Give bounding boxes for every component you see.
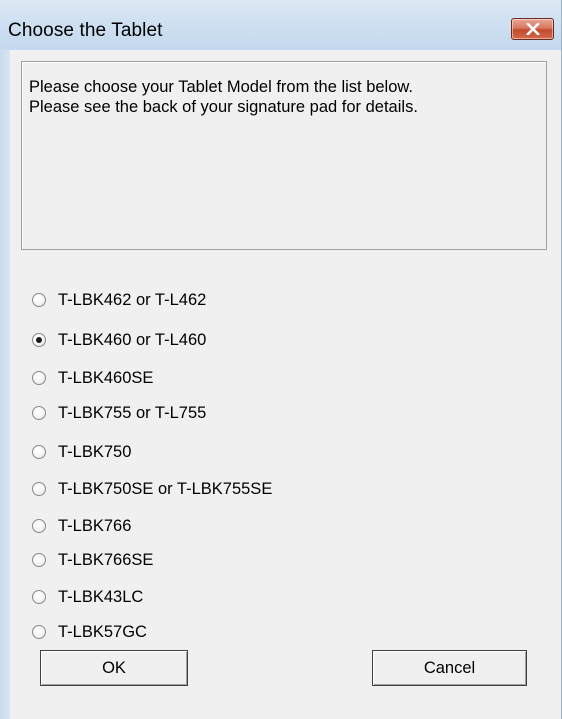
radio-option-t-lbk766[interactable]: T-LBK766 <box>32 514 131 538</box>
radio-label: T-LBK755 or T-L755 <box>58 403 207 422</box>
radio-label: T-LBK750SE or T-LBK755SE <box>58 479 273 498</box>
radio-label: T-LBK460SE <box>58 368 154 387</box>
radio-label: T-LBK750 <box>58 442 132 461</box>
radio-option-t-lbk462[interactable]: T-LBK462 or T-L462 <box>32 288 206 312</box>
ok-button[interactable]: OK <box>40 650 188 686</box>
radio-option-t-lbk766se[interactable]: T-LBK766SE <box>32 548 153 572</box>
radio-label: T-LBK57GC <box>58 622 147 641</box>
radio-button[interactable] <box>32 406 46 420</box>
radio-button-selected[interactable] <box>32 333 46 347</box>
radio-option-t-lbk750[interactable]: T-LBK750 <box>32 440 131 464</box>
instruction-line-2: Please see the back of your signature pa… <box>29 98 418 116</box>
radio-button[interactable] <box>32 553 46 567</box>
radio-label: T-LBK43LC <box>58 587 144 606</box>
window-title: Choose the Tablet <box>8 20 163 41</box>
dialog-window: Choose the Tablet Please choose your Tab… <box>0 0 562 719</box>
radio-button[interactable] <box>32 519 46 533</box>
instruction-line-1: Please choose your Tablet Model from the… <box>29 78 413 96</box>
radio-label: T-LBK766SE <box>58 550 154 569</box>
radio-option-t-lbk460se[interactable]: T-LBK460SE <box>32 366 153 390</box>
radio-option-t-lbk755[interactable]: T-LBK755 or T-L755 <box>32 401 206 425</box>
close-icon <box>525 23 540 35</box>
radio-option-t-lbk460[interactable]: T-LBK460 or T-L460 <box>32 328 206 352</box>
radio-option-t-lbk57gc[interactable]: T-LBK57GC <box>32 620 147 644</box>
radio-button[interactable] <box>32 293 46 307</box>
radio-button[interactable] <box>32 590 46 604</box>
radio-option-t-lbk43lc[interactable]: T-LBK43LC <box>32 585 143 609</box>
close-button[interactable] <box>511 18 554 40</box>
radio-button[interactable] <box>32 482 46 496</box>
radio-button[interactable] <box>32 371 46 385</box>
radio-option-t-lbk750se[interactable]: T-LBK750SE or T-LBK755SE <box>32 477 272 501</box>
radio-label: T-LBK766 <box>58 516 132 535</box>
cancel-button[interactable]: Cancel <box>372 650 527 686</box>
radio-label: T-LBK462 or T-L462 <box>58 290 207 309</box>
instructions-panel: Please choose your Tablet Model from the… <box>21 61 547 250</box>
radio-button[interactable] <box>32 445 46 459</box>
dialog-body: Please choose your Tablet Model from the… <box>10 50 561 719</box>
radio-label: T-LBK460 or T-L460 <box>58 330 207 349</box>
window-frame-edge <box>0 50 10 719</box>
title-bar[interactable]: Choose the Tablet <box>0 0 561 50</box>
radio-button[interactable] <box>32 625 46 639</box>
